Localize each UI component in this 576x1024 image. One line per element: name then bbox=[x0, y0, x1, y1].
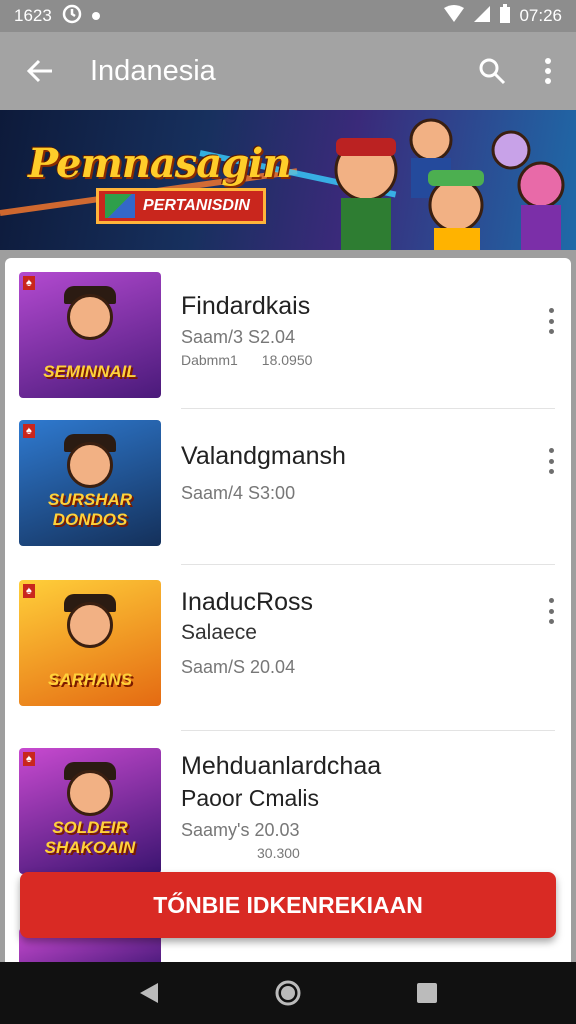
game-subtitle: Salaece bbox=[181, 621, 257, 644]
notification-dot-icon bbox=[91, 12, 100, 20]
promo-banner[interactable]: Pemnasagin PERTANISDIN bbox=[0, 110, 576, 250]
game-title: Mehduanlardchaa bbox=[181, 752, 382, 780]
battery-icon bbox=[499, 3, 511, 29]
game-extra-left: Dabmm1 bbox=[181, 352, 238, 368]
game-thumbnail: ♠ SOLDEIR SHAKOAIN bbox=[19, 748, 161, 874]
game-badge: ♠ bbox=[23, 584, 35, 598]
game-meta: Saamy's 20.03 bbox=[181, 820, 300, 840]
game-badge: ♠ bbox=[23, 276, 35, 290]
banner-cta-label: PERTANISDIN bbox=[143, 197, 250, 214]
game-badge: ♠ bbox=[23, 752, 35, 766]
nav-back-icon[interactable] bbox=[124, 968, 174, 1018]
back-arrow-icon[interactable] bbox=[10, 41, 70, 101]
search-icon[interactable] bbox=[464, 43, 520, 99]
game-title: Valandgmansh bbox=[181, 442, 346, 470]
more-vert-icon[interactable] bbox=[545, 598, 557, 624]
list-item[interactable]: ♠ SURSHAR DONDOS Valandgmansh Saam/4 S3:… bbox=[5, 420, 571, 560]
thumbnail-title: SOLDEIR SHAKOAIN bbox=[44, 818, 136, 857]
overflow-menu-icon[interactable] bbox=[520, 43, 576, 99]
banner-cta-button[interactable]: PERTANISDIN bbox=[96, 188, 266, 224]
game-extra-right: 30.300 bbox=[257, 845, 300, 861]
list-item[interactable]: ♠ SEMINNAIL Findardkais Saam/3 S2.04 Dab… bbox=[5, 270, 571, 410]
game-subtitle: Paoor Cmalis bbox=[181, 785, 320, 811]
game-meta: Saam/3 S2.04 bbox=[181, 327, 296, 347]
game-thumbnail: ♠ SEMINNAIL bbox=[19, 272, 161, 398]
more-vert-icon[interactable] bbox=[545, 448, 557, 474]
sync-icon bbox=[62, 4, 82, 29]
system-nav-bar bbox=[0, 962, 576, 1024]
game-thumbnail: ♠ SURSHAR DONDOS bbox=[19, 420, 161, 546]
game-badge: ♠ bbox=[23, 424, 35, 438]
banner-headline: Pemnasagin bbox=[28, 140, 291, 187]
more-vert-icon[interactable] bbox=[545, 308, 557, 334]
game-title: InaducRoss bbox=[181, 588, 314, 616]
game-extra-right: 18.0950 bbox=[261, 352, 313, 368]
banner-characters-illustration bbox=[334, 118, 565, 250]
nav-recents-icon[interactable] bbox=[402, 968, 452, 1018]
thumbnail-title: SURSHAR DONDOS bbox=[47, 490, 133, 529]
wifi-icon bbox=[443, 4, 465, 28]
game-meta: Saam/S 20.04 bbox=[181, 657, 296, 677]
list-item[interactable]: ♠ SARHANS InaducRoss Salaece Saam/S 20.0… bbox=[5, 580, 571, 720]
game-title: Findardkais bbox=[181, 292, 311, 320]
page-title: Indanesia bbox=[90, 54, 216, 87]
flag-icon bbox=[105, 194, 135, 218]
thumbnail-title: SARHANS bbox=[47, 670, 133, 689]
list-item[interactable]: ♠ SOLDEIR SHAKOAIN Mehduanlardchaa Paoor… bbox=[5, 746, 571, 886]
primary-action-button[interactable]: TŐNBIE IDKENREKIAAN bbox=[20, 872, 556, 938]
game-meta: Saam/4 S3:00 bbox=[181, 483, 296, 503]
thumbnail-title: SEMINNAIL bbox=[43, 362, 137, 381]
app-bar: Indanesia bbox=[0, 32, 576, 110]
nav-home-icon[interactable] bbox=[263, 968, 313, 1018]
signal-icon bbox=[473, 5, 491, 28]
game-list-card: ♠ SEMINNAIL Findardkais Saam/3 S2.04 Dab… bbox=[5, 258, 571, 978]
status-time-right: 07:26 bbox=[519, 6, 562, 25]
status-time-left: 1623 bbox=[14, 6, 52, 25]
game-thumbnail: ♠ SARHANS bbox=[19, 580, 161, 706]
status-bar: 1623 07:26 bbox=[0, 0, 576, 32]
